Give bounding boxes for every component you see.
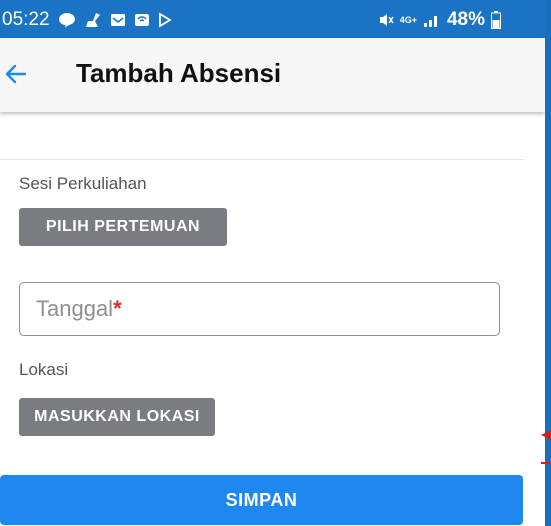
save-button[interactable]: SIMPAN [0, 475, 523, 525]
annotation-arrow-icon [539, 428, 551, 442]
location-label: Lokasi [19, 360, 69, 379]
app-bar: Tambah Absensi [0, 38, 545, 112]
date-placeholder: Tanggal [36, 296, 114, 321]
network-icon: 4G+ [399, 14, 417, 25]
arrow-left-icon [4, 62, 28, 91]
page-title: Tambah Absensi [76, 58, 282, 88]
cleaner-icon [84, 12, 102, 28]
divider [0, 159, 524, 160]
status-time: 05:22 [2, 9, 50, 30]
cast-icon [134, 12, 150, 28]
back-button[interactable] [2, 62, 30, 90]
mail-icon [110, 12, 126, 28]
play-icon [158, 12, 172, 28]
app-screen: Tambah Absensi Sesi Perkuliahan PILIH PE… [0, 38, 545, 526]
battery-icon [491, 11, 501, 29]
session-label: Sesi Perkuliahan [19, 174, 147, 193]
annotation-line [541, 462, 551, 464]
status-bar-left: 05:22 [2, 8, 172, 32]
date-field[interactable]: Tanggal * [19, 282, 500, 336]
battery-percent: 48% [446, 9, 485, 30]
network-type: 4G+ [399, 14, 417, 25]
side-strip [545, 0, 551, 526]
mute-icon [378, 12, 394, 28]
status-bar: 05:22 4G+ 48% [0, 0, 545, 38]
enter-location-button[interactable]: MASUKKAN LOKASI [19, 398, 215, 436]
line-chat-icon [58, 12, 76, 28]
choose-meeting-button[interactable]: PILIH PERTEMUAN [19, 208, 227, 246]
signal-icon [423, 12, 441, 28]
required-mark: * [113, 296, 122, 321]
status-bar-right: 4G+ 48% [378, 8, 501, 32]
